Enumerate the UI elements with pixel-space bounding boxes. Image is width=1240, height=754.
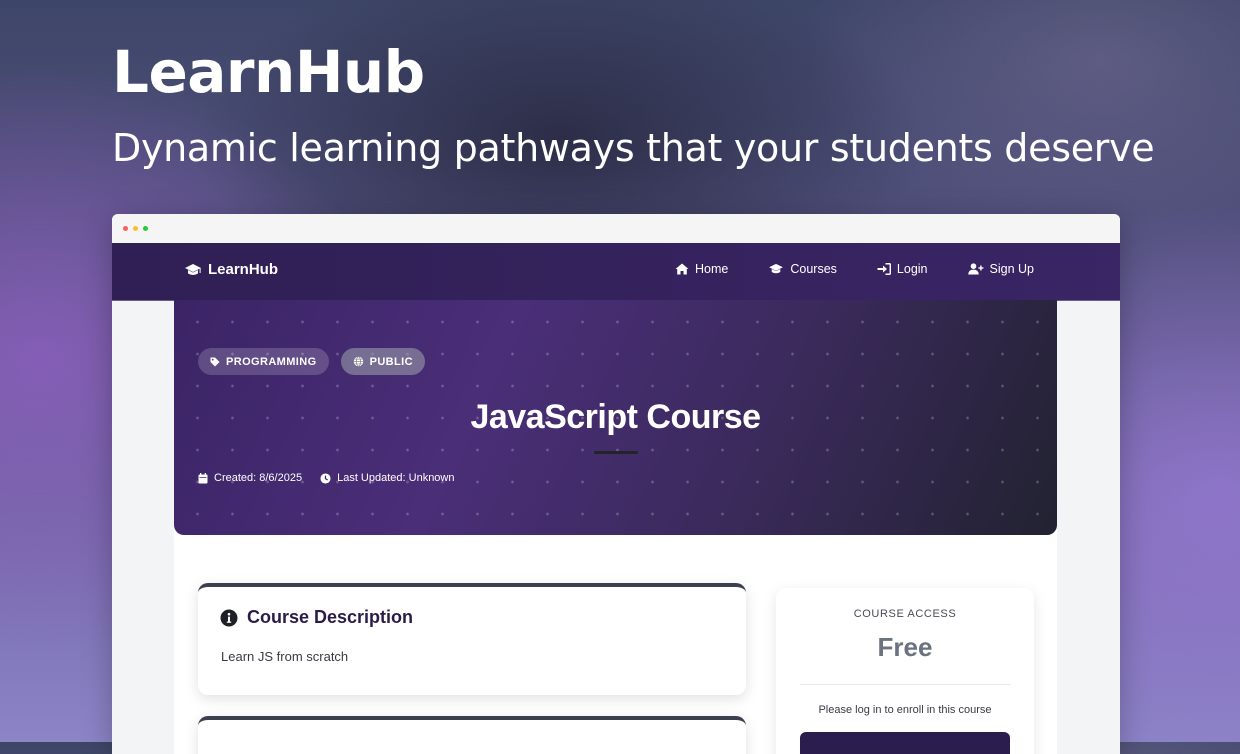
description-text: Learn JS from scratch <box>221 649 349 664</box>
access-note: Please log in to enroll in this course <box>818 704 992 716</box>
visibility-label: PUBLIC <box>369 355 413 368</box>
created-date-text: Created: 8/6/2025 <box>214 472 303 484</box>
updated-date-text: Last Updated: Unknown <box>337 472 455 484</box>
visibility-badge: PUBLIC <box>340 348 425 375</box>
category-badge: PROGRAMMING <box>198 348 329 375</box>
course-content-card <box>198 716 746 754</box>
updated-date: Last Updated: Unknown <box>320 472 455 484</box>
description-header: Course Description <box>220 607 413 628</box>
browser-window: LearnHub Home Courses Login Sign Up PROG… <box>112 214 1120 754</box>
nav-login-label: Login <box>896 262 928 276</box>
navbar: LearnHub Home Courses Login Sign Up <box>112 243 1120 301</box>
title-divider <box>594 451 638 454</box>
hero-subtitle: Dynamic learning pathways that your stud… <box>112 126 1155 170</box>
window-maximize-dot[interactable] <box>143 226 148 231</box>
course-access-card: COURSE ACCESS Free Please log in to enro… <box>776 588 1034 754</box>
course-description-card: Course Description Learn JS from scratch <box>198 583 746 695</box>
access-label: COURSE ACCESS <box>853 608 957 620</box>
brand-link[interactable]: LearnHub <box>184 261 278 278</box>
brand-name: LearnHub <box>208 261 279 278</box>
window-close-dot[interactable] <box>123 226 128 231</box>
nav-courses[interactable]: Courses <box>768 262 837 276</box>
user-plus-icon <box>967 263 984 275</box>
access-price: Free <box>877 632 933 662</box>
course-banner: PROGRAMMING PUBLIC JavaScript Course Cre… <box>174 300 1057 535</box>
nav-home[interactable]: Home <box>675 262 728 276</box>
graduation-cap-icon <box>768 263 784 275</box>
nav-links: Home Courses Login Sign Up <box>675 262 1034 276</box>
course-badges: PROGRAMMING PUBLIC <box>198 348 425 375</box>
nav-courses-label: Courses <box>790 262 837 276</box>
nav-home-label: Home <box>695 262 729 276</box>
nav-signup[interactable]: Sign Up <box>967 262 1034 276</box>
created-date: Created: 8/6/2025 <box>198 472 302 484</box>
nav-login[interactable]: Login <box>877 262 928 276</box>
course-meta: Created: 8/6/2025 Last Updated: Unknown <box>198 472 455 484</box>
nav-signup-label: Sign Up <box>989 262 1034 276</box>
hero-title: LearnHub <box>112 38 425 106</box>
description-heading: Course Description <box>247 607 414 627</box>
sign-in-icon <box>877 263 891 275</box>
info-circle-icon <box>220 609 238 627</box>
calendar-icon <box>198 472 208 484</box>
access-divider <box>800 684 1010 685</box>
clock-icon <box>320 472 331 484</box>
graduation-cap-icon <box>184 263 202 277</box>
tag-icon <box>210 357 220 367</box>
course-title: JavaScript Course <box>470 398 761 436</box>
browser-chrome <box>112 214 1120 244</box>
login-enroll-button[interactable] <box>800 732 1010 754</box>
category-label: PROGRAMMING <box>226 355 317 368</box>
home-icon <box>675 263 689 275</box>
window-minimize-dot[interactable] <box>133 226 138 231</box>
globe-icon <box>353 356 364 367</box>
main-content: PROGRAMMING PUBLIC JavaScript Course Cre… <box>174 300 1057 754</box>
